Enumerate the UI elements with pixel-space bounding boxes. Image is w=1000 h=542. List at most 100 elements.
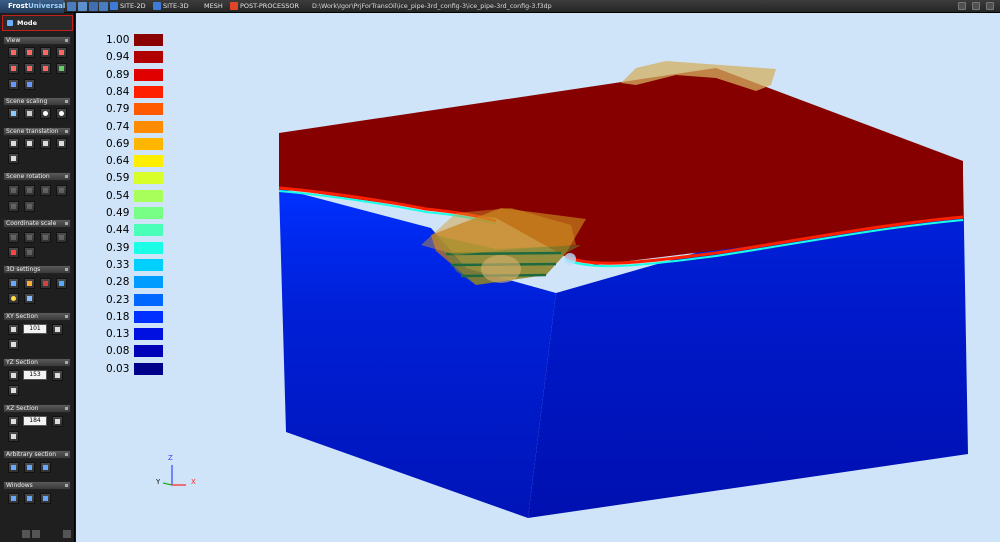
zoom-window-icon[interactable] xyxy=(24,108,35,119)
yz-section-step-icon[interactable] xyxy=(52,370,63,381)
xz-section-flip-icon[interactable] xyxy=(8,431,19,442)
3d-viewport[interactable]: 1.00 0.94 0.89 0.84 0.79 0.74 0.69 0.64 0.59 0.54… xyxy=(76,13,1000,542)
section-view[interactable]: View xyxy=(3,36,71,45)
sidebar-scroll-down-icon[interactable] xyxy=(32,530,40,538)
rotate-z-icon[interactable] xyxy=(40,185,51,196)
tab-post-processor[interactable]: POST-PROCESSOR xyxy=(230,0,299,13)
xy-section-value[interactable]: 101 xyxy=(23,324,47,334)
section-yz[interactable]: YZ Section xyxy=(3,358,71,367)
arbitrary-edit-icon[interactable] xyxy=(24,462,35,473)
pan-right-icon[interactable] xyxy=(56,138,67,149)
view-left-icon[interactable] xyxy=(40,47,51,58)
tab-mesh-label: MESH xyxy=(204,2,223,10)
mode-icon xyxy=(7,20,13,26)
view-front-icon[interactable] xyxy=(8,47,19,58)
scale-x-icon[interactable] xyxy=(8,232,19,243)
section-coordinate-scale-label: Coordinate scale xyxy=(6,220,57,227)
arbitrary-plane-icon[interactable] xyxy=(8,462,19,473)
scale-grid-icon[interactable] xyxy=(8,247,19,258)
legend-value: 0.84 xyxy=(106,85,130,98)
maximize-icon[interactable] xyxy=(972,2,980,10)
rotate-y-icon[interactable] xyxy=(24,185,35,196)
section-scene-rotation[interactable]: Scene rotation xyxy=(3,172,71,181)
tab-site-2d[interactable]: SITE-2D xyxy=(110,0,146,13)
xz-section-value[interactable]: 184 xyxy=(23,416,47,426)
legend-value: 1.00 xyxy=(106,34,130,46)
section-xz[interactable]: XZ Section xyxy=(3,404,71,413)
scale-z-icon[interactable] xyxy=(40,232,51,243)
section-3d-settings[interactable]: 3D settings xyxy=(3,265,71,274)
pan-down-icon[interactable] xyxy=(24,138,35,149)
xz-section-toggle-icon[interactable] xyxy=(8,416,19,427)
view-top-icon[interactable] xyxy=(8,63,19,74)
save-file-icon[interactable] xyxy=(89,2,98,11)
site-2d-icon xyxy=(110,2,118,10)
window-3d-icon[interactable] xyxy=(8,493,19,504)
pan-left-icon[interactable] xyxy=(40,138,51,149)
sidebar-collapse-icon[interactable] xyxy=(63,530,71,538)
view-reset-icon[interactable] xyxy=(56,63,67,74)
info-icon[interactable] xyxy=(24,293,35,304)
pan-free-icon[interactable] xyxy=(8,153,19,164)
fit-to-screen-icon[interactable] xyxy=(8,108,19,119)
view-bottom-icon[interactable] xyxy=(24,63,35,74)
pan-up-icon[interactable] xyxy=(8,138,19,149)
rotate-cw-icon[interactable] xyxy=(24,201,35,212)
rotate-x-icon[interactable] xyxy=(8,185,19,196)
minimize-icon[interactable] xyxy=(958,2,966,10)
view-right-icon[interactable] xyxy=(56,47,67,58)
legend-swatch xyxy=(134,362,163,375)
yz-section-flip-icon[interactable] xyxy=(8,385,19,396)
scene-canvas[interactable] xyxy=(76,13,1000,542)
section-xy[interactable]: XY Section xyxy=(3,312,71,321)
section-scene-translation[interactable]: Scene translation xyxy=(3,127,71,136)
materials-icon[interactable] xyxy=(40,278,51,289)
tab-mesh[interactable]: MESH xyxy=(194,0,223,13)
yz-section-value[interactable]: 153 xyxy=(23,370,47,380)
yz-section-toggle-icon[interactable] xyxy=(8,370,19,381)
undo-icon[interactable] xyxy=(99,2,108,11)
transparency-icon[interactable] xyxy=(56,278,67,289)
open-file-icon[interactable] xyxy=(78,2,87,11)
scale-all-icon[interactable] xyxy=(56,232,67,243)
view-back-icon[interactable] xyxy=(24,47,35,58)
section-scene-scaling[interactable]: Scene scaling xyxy=(3,97,71,106)
window-list-icon[interactable] xyxy=(40,493,51,504)
new-file-icon[interactable] xyxy=(67,2,76,11)
rotate-free-icon[interactable] xyxy=(56,185,67,196)
section-windows[interactable]: Windows xyxy=(3,481,71,490)
close-icon[interactable] xyxy=(986,2,994,10)
legend-value: 0.13 xyxy=(106,328,130,341)
post-processor-icon xyxy=(230,2,238,10)
scale-reset-icon[interactable] xyxy=(24,247,35,258)
legend-swatch xyxy=(134,68,163,81)
tab-site-3d[interactable]: SITE-3D xyxy=(153,0,189,13)
legend-value: 0.89 xyxy=(106,68,130,81)
view-ortho-icon[interactable] xyxy=(8,79,19,90)
color-map-icon[interactable] xyxy=(24,278,35,289)
sidebar-scroll-up-icon[interactable] xyxy=(22,530,30,538)
mesh-icon xyxy=(194,2,202,10)
arbitrary-apply-icon[interactable] xyxy=(40,462,51,473)
legend-value: 0.23 xyxy=(106,293,130,306)
legend-swatch xyxy=(134,207,163,219)
window-play-icon[interactable] xyxy=(24,493,35,504)
xy-section-flip-icon[interactable] xyxy=(8,339,19,350)
scale-y-icon[interactable] xyxy=(24,232,35,243)
legend-value: 0.39 xyxy=(106,241,130,254)
view-perspective-icon[interactable] xyxy=(24,79,35,90)
zoom-in-icon[interactable] xyxy=(40,108,51,119)
xz-section-step-icon[interactable] xyxy=(52,416,63,427)
section-arbitrary[interactable]: Arbitrary section xyxy=(3,450,71,459)
zoom-out-icon[interactable] xyxy=(56,108,67,119)
light-icon[interactable] xyxy=(8,293,19,304)
section-coordinate-scale[interactable]: Coordinate scale xyxy=(3,219,71,228)
view-iso-icon[interactable] xyxy=(40,63,51,74)
coordinate-triad xyxy=(162,465,186,486)
xy-section-step-icon[interactable] xyxy=(52,324,63,335)
xy-section-toggle-icon[interactable] xyxy=(8,324,19,335)
legend-swatch xyxy=(134,172,163,185)
mode-button[interactable]: Mode xyxy=(2,15,73,31)
rotate-ccw-icon[interactable] xyxy=(8,201,19,212)
display-settings-icon[interactable] xyxy=(8,278,19,289)
